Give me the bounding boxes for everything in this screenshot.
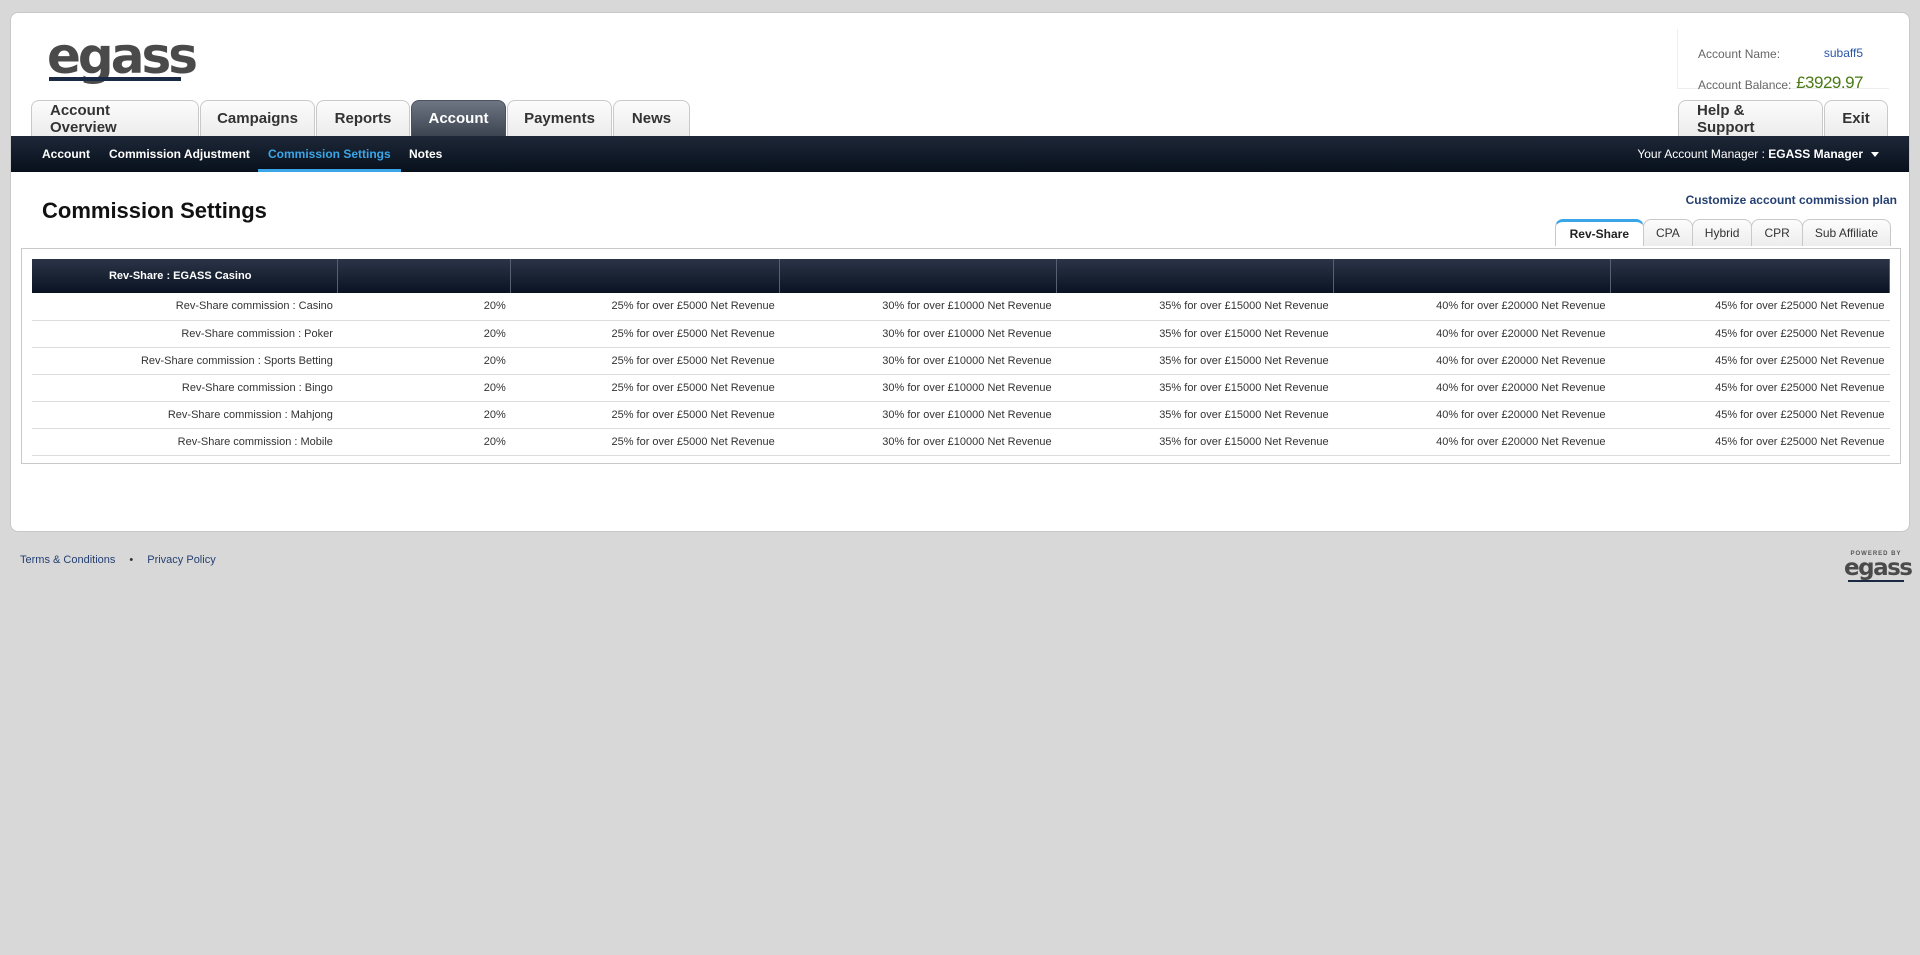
- table-row: Rev-Share commission : Sports Betting 20…: [32, 347, 1890, 375]
- account-manager-label: Your Account Manager :: [1637, 147, 1769, 161]
- table-cell: 25% for over £5000 Net Revenue: [510, 320, 780, 348]
- table-header-cell: [337, 259, 512, 293]
- table-cell: 45% for over £25000 Net Revenue: [1610, 374, 1890, 402]
- powered-by-logo: POWERED BY egass: [1844, 551, 1913, 582]
- logo-underline: [49, 77, 181, 81]
- table-cell: 30% for over £10000 Net Revenue: [779, 320, 1057, 348]
- tab-campaigns[interactable]: Campaigns: [200, 100, 315, 136]
- table-cell: 30% for over £10000 Net Revenue: [779, 401, 1057, 429]
- table-cell: 25% for over £5000 Net Revenue: [510, 401, 780, 429]
- table-cell: 35% for over £15000 Net Revenue: [1056, 320, 1334, 348]
- egass-logo[interactable]: egass: [47, 31, 198, 81]
- tab-cpr[interactable]: CPR: [1751, 219, 1803, 246]
- tab-sub-affiliate[interactable]: Sub Affiliate: [1801, 219, 1891, 246]
- table-cell: 20%: [337, 401, 511, 429]
- table-cell: 20%: [337, 347, 511, 375]
- utility-tabs: Help & Support Exit: [1678, 100, 1889, 136]
- table-header-row: Rev-Share : EGASS Casino: [32, 259, 1890, 293]
- table-cell: Rev-Share commission : Poker: [32, 320, 338, 348]
- tab-reports[interactable]: Reports: [316, 100, 410, 136]
- table-cell: 25% for over £5000 Net Revenue: [510, 374, 780, 402]
- table-cell: Rev-Share commission : Mobile: [32, 428, 338, 456]
- table-row: Rev-Share commission : Poker 20% 25% for…: [32, 320, 1890, 348]
- table-cell: 45% for over £25000 Net Revenue: [1610, 293, 1890, 321]
- table-row: Rev-Share commission : Mobile 20% 25% fo…: [32, 428, 1890, 456]
- tab-account-overview[interactable]: Account Overview: [31, 100, 199, 136]
- table-cell: Rev-Share commission : Casino: [32, 293, 338, 321]
- table-cell: 35% for over £15000 Net Revenue: [1056, 428, 1334, 456]
- table-row: Rev-Share commission : Bingo 20% 25% for…: [32, 374, 1890, 402]
- table-header-cell: [510, 259, 781, 293]
- tab-exit[interactable]: Exit: [1824, 100, 1888, 136]
- terms-conditions-link[interactable]: Terms & Conditions: [20, 554, 115, 566]
- privacy-policy-link[interactable]: Privacy Policy: [147, 554, 215, 566]
- tab-news[interactable]: News: [613, 100, 690, 136]
- table-cell: 40% for over £20000 Net Revenue: [1333, 347, 1611, 375]
- account-info: Account Name: subaff5 Account Balance: £…: [1677, 29, 1889, 92]
- table-header-cell: [1056, 259, 1335, 293]
- customize-commission-link[interactable]: Customize account commission plan: [1686, 193, 1897, 207]
- table-header-cell: [1610, 259, 1890, 293]
- table-cell: 45% for over £25000 Net Revenue: [1610, 401, 1890, 429]
- footer-links: Terms & Conditions • Privacy Policy: [20, 554, 216, 566]
- table-cell: 20%: [337, 428, 511, 456]
- table-cell: Rev-Share commission : Sports Betting: [32, 347, 338, 375]
- account-name-value[interactable]: subaff5: [1824, 46, 1863, 60]
- table-header-cell: Rev-Share : EGASS Casino: [32, 259, 339, 293]
- table-cell: 20%: [337, 293, 511, 321]
- table-cell: 30% for over £10000 Net Revenue: [779, 374, 1057, 402]
- main-panel: egass Account Name: subaff5 Account Bala…: [10, 12, 1910, 532]
- table-cell: 40% for over £20000 Net Revenue: [1333, 401, 1611, 429]
- commission-table: Rev-Share : EGASS Casino Rev-Share commi…: [32, 259, 1890, 456]
- table-cell: 35% for over £15000 Net Revenue: [1056, 293, 1334, 321]
- table-cell: 30% for over £10000 Net Revenue: [779, 428, 1057, 456]
- table-row: Rev-Share commission : Mahjong 20% 25% f…: [32, 401, 1890, 429]
- account-balance-label: Account Balance:: [1698, 78, 1792, 92]
- tab-rev-share[interactable]: Rev-Share: [1554, 219, 1644, 246]
- table-header-cell: [1333, 259, 1611, 293]
- table-header-cell: [779, 259, 1058, 293]
- tab-account[interactable]: Account: [411, 100, 506, 136]
- table-row: Rev-Share commission : Casino 20% 25% fo…: [32, 293, 1890, 321]
- caret-down-icon: [1871, 152, 1879, 158]
- table-cell: 20%: [337, 320, 511, 348]
- table-cell: Rev-Share commission : Bingo: [32, 374, 338, 402]
- account-manager-name: EGASS Manager: [1768, 147, 1863, 161]
- page-title: Commission Settings: [42, 198, 267, 223]
- account-balance-value: £3929.97: [1796, 73, 1863, 92]
- table-cell: 40% for over £20000 Net Revenue: [1333, 293, 1611, 321]
- tab-cpa[interactable]: CPA: [1643, 219, 1693, 246]
- subnav-notes[interactable]: Notes: [409, 136, 442, 172]
- main-tabs: Account Overview Campaigns Reports Accou…: [31, 100, 691, 136]
- table-cell: Rev-Share commission : Mahjong: [32, 401, 338, 429]
- subnav-account[interactable]: Account: [42, 136, 90, 172]
- tab-help-support[interactable]: Help & Support: [1678, 100, 1823, 136]
- table-cell: 30% for over £10000 Net Revenue: [779, 347, 1057, 375]
- commission-table-panel: Rev-Share : EGASS Casino Rev-Share commi…: [21, 248, 1901, 464]
- sub-navigation: Account Commission Adjustment Commission…: [11, 136, 1909, 172]
- table-cell: 40% for over £20000 Net Revenue: [1333, 374, 1611, 402]
- account-name-label: Account Name:: [1698, 47, 1781, 61]
- table-cell: 45% for over £25000 Net Revenue: [1610, 320, 1890, 348]
- tab-payments[interactable]: Payments: [507, 100, 612, 136]
- subnav-commission-adjustment[interactable]: Commission Adjustment: [109, 136, 250, 172]
- table-cell: 30% for over £10000 Net Revenue: [779, 293, 1057, 321]
- table-cell: 25% for over £5000 Net Revenue: [510, 347, 780, 375]
- table-cell: 35% for over £15000 Net Revenue: [1056, 401, 1334, 429]
- commission-type-tabs: Rev-Share CPA Hybrid CPR Sub Affiliate: [1554, 219, 1891, 246]
- subnav-commission-settings[interactable]: Commission Settings: [258, 136, 401, 172]
- table-cell: 40% for over £20000 Net Revenue: [1333, 428, 1611, 456]
- table-cell: 25% for over £5000 Net Revenue: [510, 428, 780, 456]
- tab-hybrid[interactable]: Hybrid: [1691, 219, 1753, 246]
- table-cell: 25% for over £5000 Net Revenue: [510, 293, 780, 321]
- table-cell: 45% for over £25000 Net Revenue: [1610, 347, 1890, 375]
- egass-mini-logo: egass: [1844, 555, 1913, 581]
- footer-separator: •: [129, 554, 134, 566]
- table-cell: 35% for over £15000 Net Revenue: [1056, 347, 1334, 375]
- table-cell: 35% for over £15000 Net Revenue: [1056, 374, 1334, 402]
- table-cell: 40% for over £20000 Net Revenue: [1333, 320, 1611, 348]
- account-manager-menu[interactable]: Your Account Manager : EGASS Manager: [1637, 136, 1879, 172]
- table-cell: 45% for over £25000 Net Revenue: [1610, 428, 1890, 456]
- table-cell: 20%: [337, 374, 511, 402]
